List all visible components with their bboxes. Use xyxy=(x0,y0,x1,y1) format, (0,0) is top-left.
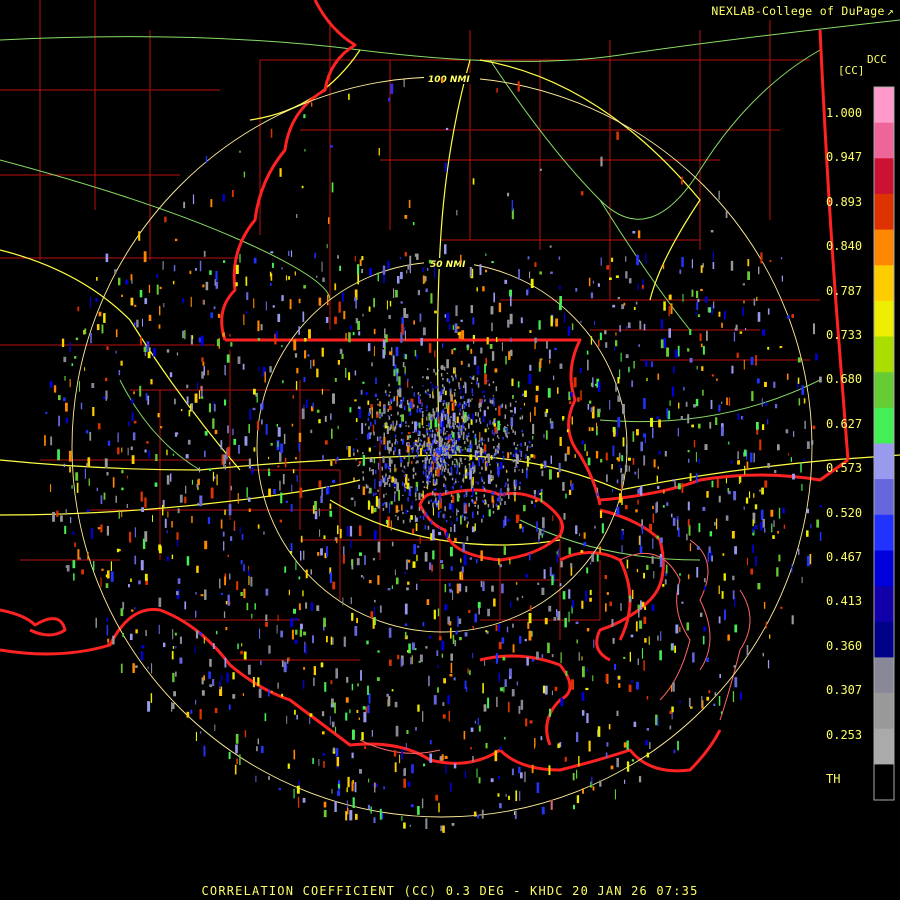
legend-swatch xyxy=(874,87,894,124)
legend-swatch xyxy=(874,300,894,337)
range-label-100: 100 NMI xyxy=(428,75,470,85)
legend-swatch xyxy=(874,122,894,159)
footer-caption: CORRELATION COEFFICIENT (CC) 0.3 DEG - K… xyxy=(201,884,699,898)
header-credit: NEXLAB-College of DuPage ↗ xyxy=(711,4,894,18)
legend-tick-label: 0.787 xyxy=(826,283,863,298)
legend-tick-label: 0.733 xyxy=(826,328,863,342)
legend-units: [CC] xyxy=(838,64,865,77)
legend-tick-label: 0.893 xyxy=(826,194,863,209)
legend-swatch xyxy=(874,728,894,765)
legend-tick-label: 0.413 xyxy=(826,594,863,609)
legend-swatch xyxy=(874,764,894,801)
legend-product-code: DCC xyxy=(867,53,887,66)
external-link-icon[interactable]: ↗ xyxy=(887,4,894,18)
legend-swatch xyxy=(874,479,894,516)
legend-tick-label: 0.947 xyxy=(826,150,863,165)
legend-tick-label: 1.000 xyxy=(826,106,863,120)
legend-tick-label: 0.573 xyxy=(826,461,863,476)
legend-swatch xyxy=(874,407,894,444)
legend-swatch xyxy=(874,514,894,551)
radar-map: 50 NMI 100 NMI xyxy=(0,0,900,900)
legend-swatch xyxy=(874,336,894,373)
legend-swatch xyxy=(874,657,894,694)
legend-color-bar xyxy=(873,86,895,801)
legend-tick-label: 0.360 xyxy=(826,638,863,653)
legend-swatch xyxy=(874,372,894,409)
legend-tick-label: 0.520 xyxy=(826,505,863,520)
legend-swatch xyxy=(874,693,894,730)
legend-swatch xyxy=(874,586,894,623)
legend-swatch xyxy=(874,443,894,480)
legend-tick-label: 0.627 xyxy=(826,416,863,431)
legend-swatch xyxy=(874,550,894,587)
legend-tick-label: TH xyxy=(826,772,841,786)
legend-tick-label: 0.253 xyxy=(826,727,863,742)
legend-tick-label: 0.467 xyxy=(826,550,863,564)
legend-tick-label: 0.840 xyxy=(826,239,863,254)
legend-swatch xyxy=(874,621,894,658)
legend-swatch xyxy=(874,158,894,195)
legend-tick-label: 0.680 xyxy=(826,372,863,387)
legend-swatch xyxy=(874,265,894,302)
legend-tick-label: 0.307 xyxy=(826,683,863,698)
legend-swatch xyxy=(874,193,894,230)
legend-swatch xyxy=(874,229,894,266)
